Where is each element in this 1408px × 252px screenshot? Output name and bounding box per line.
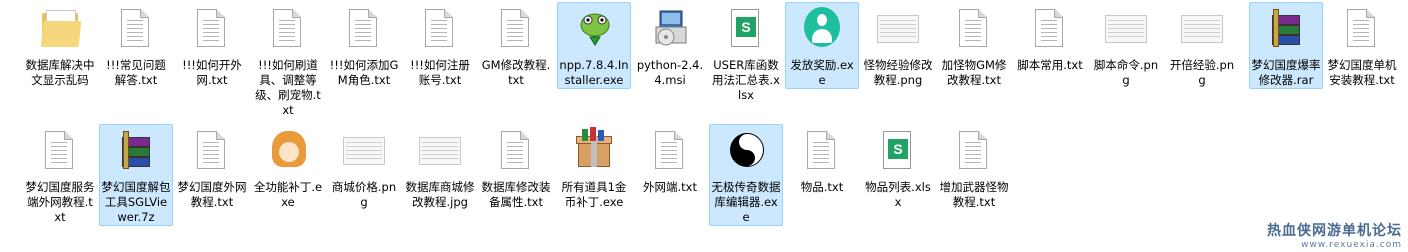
anime-girl-app-icon	[264, 127, 312, 179]
file-name-label: 物品列表.xlsx	[865, 180, 931, 209]
file-item[interactable]: 开倍经验.png	[1165, 2, 1239, 89]
file-item[interactable]: npp.7.8.4.Installer.exe	[557, 2, 631, 89]
file-name-label: 商城价格.png	[331, 180, 397, 209]
file-name-label: 梦幻国度解包工具SGLViewer.7z	[101, 180, 171, 224]
file-name-label: 数据库商城修改教程.jpg	[405, 180, 475, 209]
file-item[interactable]: 脚本命令.png	[1089, 2, 1163, 89]
file-name-label: 物品.txt	[800, 180, 844, 194]
file-item[interactable]: 增加武器怪物教程.txt	[937, 124, 1011, 211]
winrar-archive-icon	[112, 127, 160, 179]
person-app-icon	[798, 5, 846, 57]
file-name-label: !!!如何注册账号.txt	[410, 58, 470, 87]
text-file-icon	[798, 127, 846, 179]
file-item[interactable]: 全功能补丁.exe	[251, 124, 325, 211]
text-file-icon	[950, 127, 998, 179]
file-item[interactable]: 商城价格.png	[327, 124, 401, 211]
file-item[interactable]: 外网端.txt	[633, 124, 707, 196]
file-item[interactable]: 发放奖励.exe	[785, 2, 859, 89]
file-item[interactable]: S USER库函数用法汇总表.xlsx	[709, 2, 783, 104]
file-item[interactable]: !!!如何添加GM角色.txt	[327, 2, 401, 89]
file-item[interactable]: S 物品列表.xlsx	[861, 124, 935, 211]
text-file-icon	[646, 127, 694, 179]
file-name-label: 加怪物GM修改教程.txt	[941, 58, 1007, 87]
folder-icon	[36, 5, 84, 57]
file-name-label: 梦幻国度单机安装教程.txt	[1327, 58, 1397, 87]
file-item[interactable]: !!!常见问题解答.txt	[99, 2, 173, 89]
file-name-label: !!!如何开外网.txt	[182, 58, 242, 87]
text-file-icon	[416, 5, 464, 57]
file-name-label: 无极传奇数据库编辑器.exe	[711, 180, 781, 224]
excel-file-icon: S	[722, 5, 770, 57]
file-grid: 数据库解决中文显示乱码 !!!常见问题解答.txt !!!如何开外网.txt !!!如…	[0, 0, 1408, 252]
file-item[interactable]: 梦幻国度外网教程.txt	[175, 124, 249, 211]
file-item[interactable]: 物品.txt	[785, 124, 859, 196]
installer-disc-icon	[646, 5, 694, 57]
file-item[interactable]: 梦幻国度爆率修改器.rar	[1249, 2, 1323, 89]
text-file-icon	[950, 5, 998, 57]
text-file-icon	[112, 5, 160, 57]
file-item[interactable]: !!!如何注册账号.txt	[403, 2, 477, 89]
file-item[interactable]: 怪物经验修改教程.png	[861, 2, 935, 89]
image-thumbnail-icon	[874, 5, 922, 57]
excel-file-icon: S	[874, 127, 922, 179]
file-name-label: 发放奖励.exe	[790, 58, 854, 87]
image-thumbnail-icon	[1178, 5, 1226, 57]
file-item[interactable]: 数据库修改装备属性.txt	[479, 124, 553, 211]
watermark-url: www.rexuexia.com	[1301, 240, 1402, 250]
file-item[interactable]: 梦幻国度解包工具SGLViewer.7z	[99, 124, 173, 226]
file-item[interactable]: 梦幻国度单机安装教程.txt	[1325, 2, 1399, 89]
file-name-label: 外网端.txt	[643, 180, 697, 194]
file-item[interactable]: !!!如何开外网.txt	[175, 2, 249, 89]
text-file-icon	[188, 127, 236, 179]
text-file-icon	[1338, 5, 1386, 57]
file-name-label: 脚本常用.txt	[1017, 58, 1083, 72]
yin-yang-icon	[722, 127, 770, 179]
file-name-label: !!!常见问题解答.txt	[106, 58, 166, 87]
file-name-label: 梦幻国度外网教程.txt	[177, 180, 247, 209]
file-item[interactable]: 梦幻国度服务端外网教程.txt	[23, 124, 97, 226]
file-name-label: python-2.4.4.msi	[636, 58, 704, 87]
file-name-label: npp.7.8.4.Installer.exe	[559, 58, 629, 87]
notepad-frog-icon	[570, 5, 618, 57]
file-name-label: 数据库解决中文显示乱码	[25, 58, 95, 87]
site-watermark: 热血侠网游单机论坛 www.rexuexia.com	[1267, 220, 1402, 250]
file-item[interactable]: 加怪物GM修改教程.txt	[937, 2, 1011, 89]
text-file-icon	[188, 5, 236, 57]
file-item[interactable]: 数据库解决中文显示乱码	[23, 2, 97, 89]
file-name-label: 增加武器怪物教程.txt	[939, 180, 1009, 209]
text-file-icon	[340, 5, 388, 57]
text-file-icon	[264, 5, 312, 57]
file-name-label: 数据库修改装备属性.txt	[481, 180, 551, 209]
file-name-label: 梦幻国度爆率修改器.rar	[1251, 58, 1321, 87]
watermark-title: 热血侠网游单机论坛	[1267, 223, 1402, 239]
file-name-label: !!!如何添加GM角色.txt	[329, 58, 399, 87]
file-name-label: 全功能补丁.exe	[253, 180, 323, 209]
file-name-label: 怪物经验修改教程.png	[863, 58, 933, 87]
file-name-label: GM修改教程.txt	[481, 58, 551, 87]
file-name-label: !!!如何刷道具、调整等级、刷宠物.txt	[255, 58, 321, 117]
text-file-icon	[36, 127, 84, 179]
winrar-archive-icon	[1262, 5, 1310, 57]
treasure-box-icon	[570, 127, 618, 179]
file-item[interactable]: 脚本常用.txt	[1013, 2, 1087, 74]
file-name-label: 开倍经验.png	[1169, 58, 1235, 87]
text-file-icon	[1026, 5, 1074, 57]
file-item[interactable]: GM修改教程.txt	[479, 2, 553, 89]
file-item[interactable]: 数据库商城修改教程.jpg	[403, 124, 477, 211]
file-name-label: 脚本命令.png	[1093, 58, 1159, 87]
image-thumbnail-icon	[1102, 5, 1150, 57]
text-file-icon	[492, 5, 540, 57]
image-thumbnail-icon	[416, 127, 464, 179]
text-file-icon	[492, 127, 540, 179]
file-item[interactable]: 所有道具1金币补丁.exe	[557, 124, 631, 211]
file-name-label: 梦幻国度服务端外网教程.txt	[25, 180, 95, 224]
file-item[interactable]: !!!如何刷道具、调整等级、刷宠物.txt	[251, 2, 325, 119]
file-item[interactable]: python-2.4.4.msi	[633, 2, 707, 89]
file-name-label: USER库函数用法汇总表.xlsx	[712, 58, 780, 102]
image-thumbnail-icon	[340, 127, 388, 179]
file-item[interactable]: 无极传奇数据库编辑器.exe	[709, 124, 783, 226]
file-name-label: 所有道具1金币补丁.exe	[561, 180, 627, 209]
